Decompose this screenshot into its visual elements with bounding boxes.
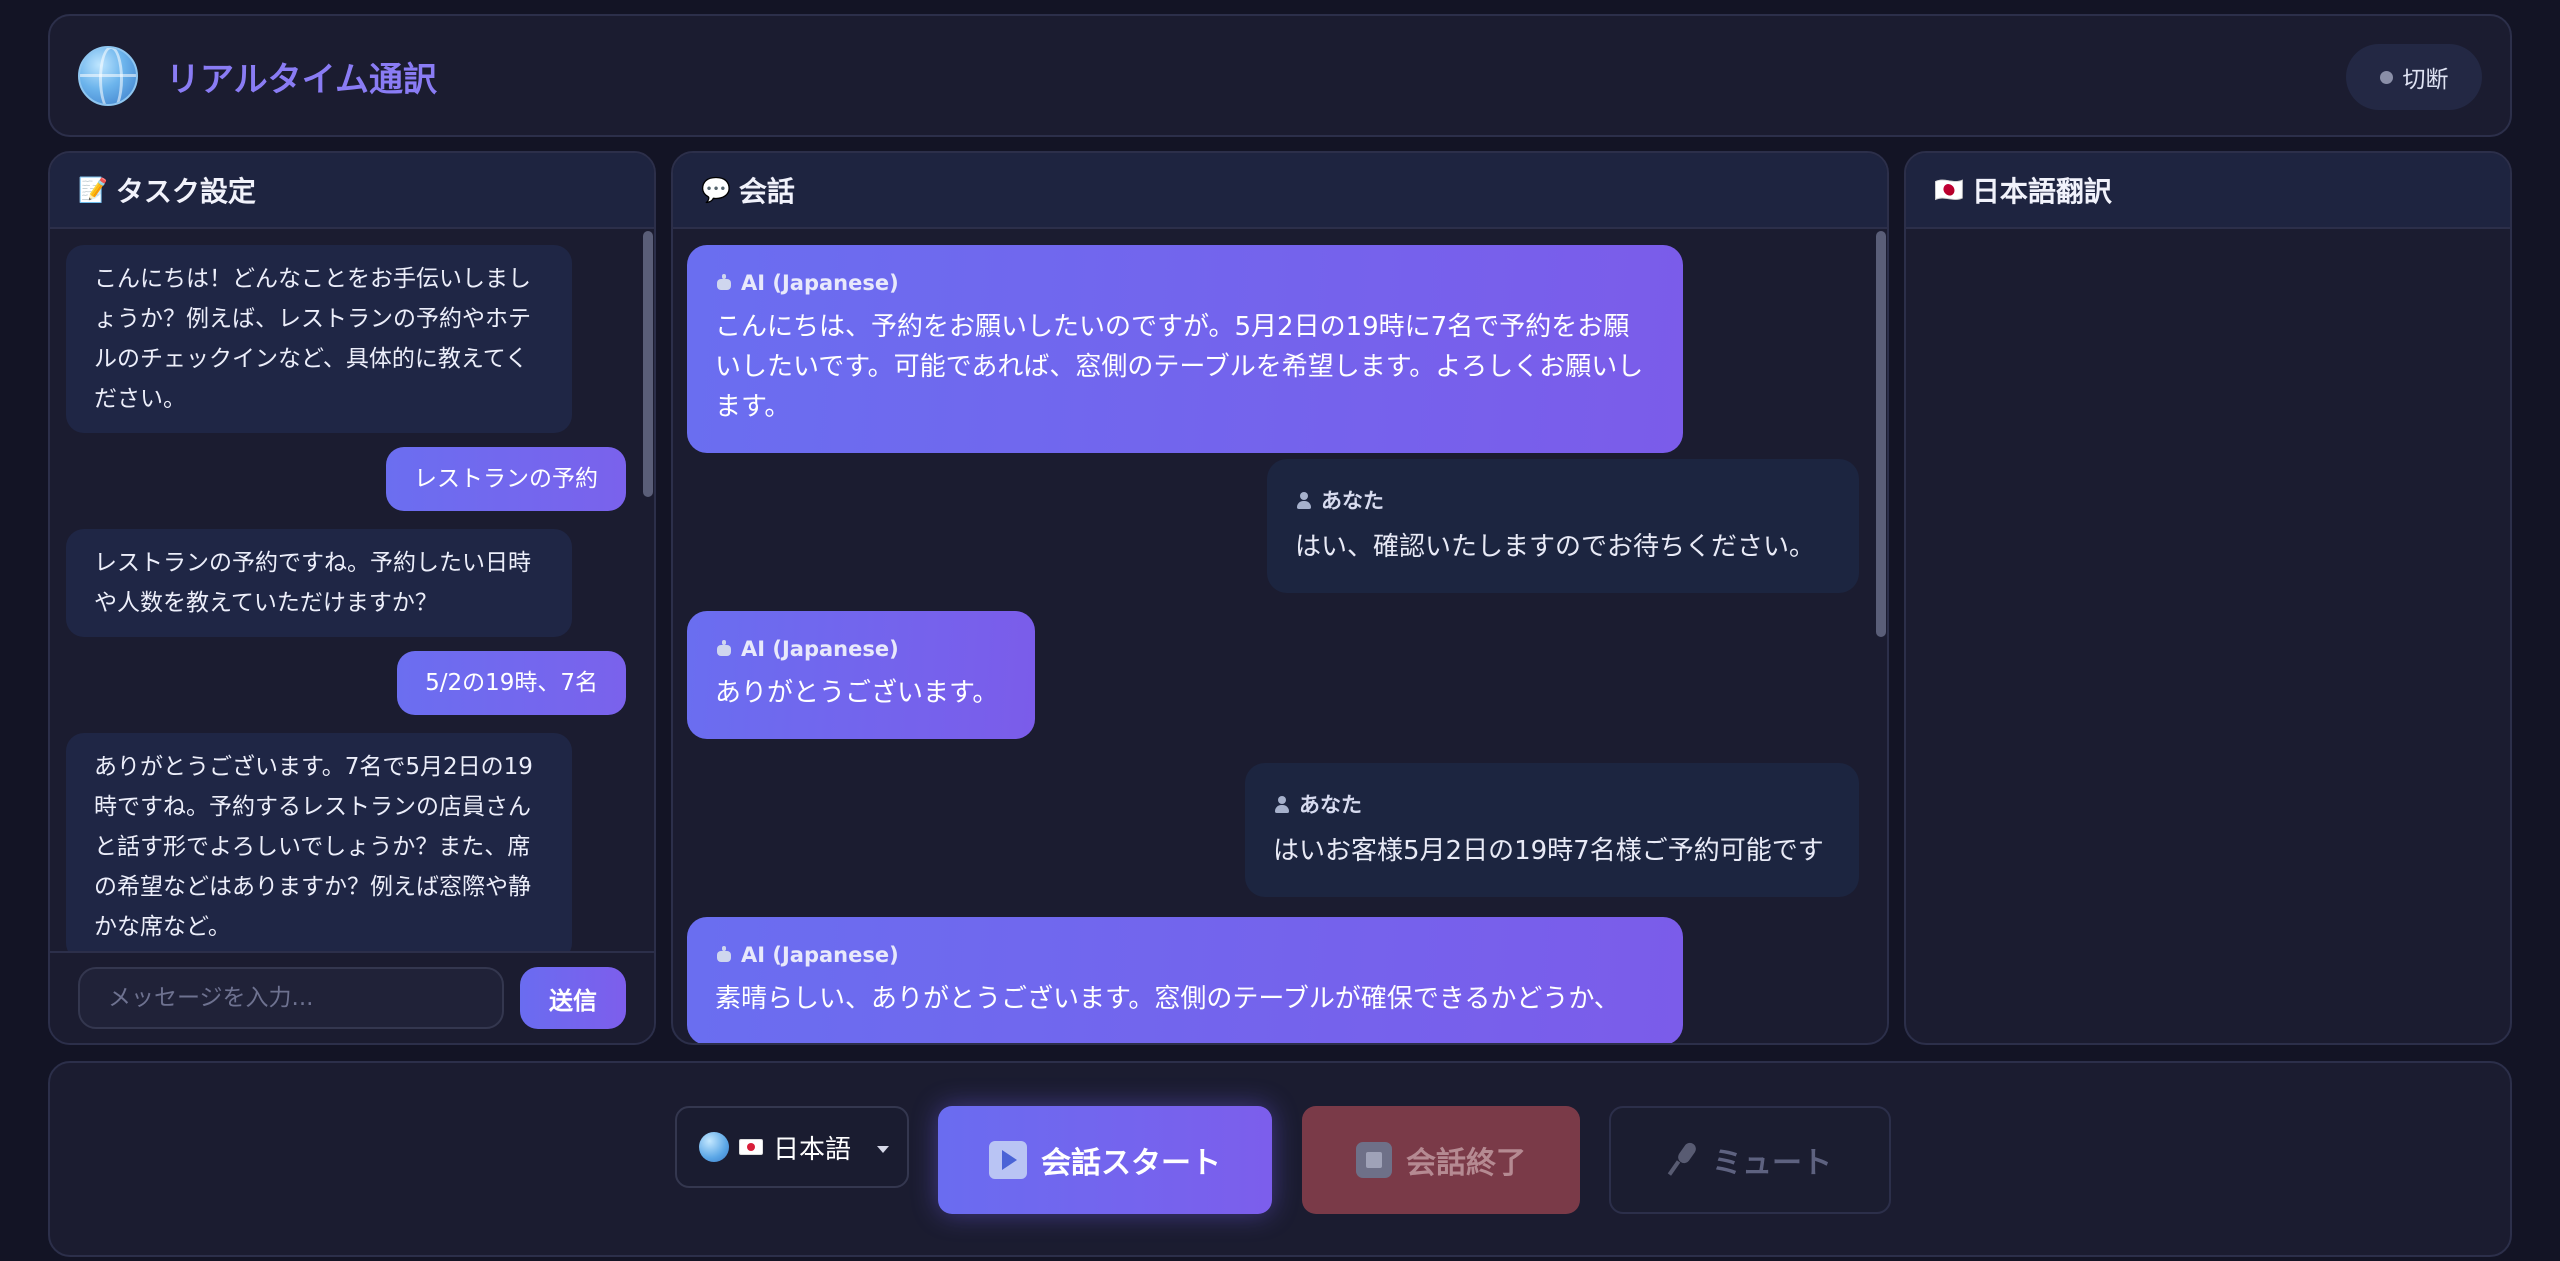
ai-message-label: AI (Japanese) [741, 943, 899, 967]
stop-icon [1356, 1142, 1392, 1178]
task-scrollbar[interactable] [640, 229, 654, 953]
app-header: リアルタイム通訳 切断 [48, 14, 2512, 137]
start-conversation-label: 会話スタート [1041, 1146, 1221, 1181]
task-bot-message: こんにちは！どんなことをお手伝いしましょうか？例えば、レストランの予約やホテルの… [66, 245, 572, 433]
ai-message: AI (Japanese) ありがとうございます。 [687, 611, 1035, 739]
conversation-scroll-area[interactable]: AI (Japanese) こんにちは、予約をお願いしたいのですが。5月2日の1… [673, 229, 1887, 1043]
connection-status-badge: 切断 [2346, 44, 2482, 110]
translation-panel-header: 🇯🇵 日本語翻訳 [1906, 153, 2510, 229]
conversation-panel: 💬 会話 AI (Japanese) こんにちは、予約をお願いしたいのですが。5… [671, 151, 1889, 1045]
connection-status-text: 切断 [2402, 67, 2449, 93]
ai-message-text: 素晴らしい、ありがとうございます。窓側のテーブルが確保できるかどうか、 [715, 984, 1620, 1014]
chevron-down-icon [877, 1146, 889, 1153]
task-input-row: 送信 [50, 951, 654, 1043]
robot-icon [715, 946, 733, 964]
translation-panel-title: 日本語翻訳 [1971, 175, 2112, 208]
user-message-label: あなた [1299, 793, 1362, 817]
user-message-text: はい、確認いたしますのでお待ちください。 [1295, 532, 1816, 562]
app-title: リアルタイム通訳 [166, 60, 437, 100]
japan-flag-icon [739, 1139, 763, 1155]
ai-message: AI (Japanese) 素晴らしい、ありがとうございます。窓側のテーブルが確… [687, 917, 1683, 1043]
conversation-scrollbar-thumb[interactable] [1876, 231, 1886, 637]
microphone-icon [1668, 1142, 1698, 1178]
language-select[interactable]: 日本語 [675, 1106, 909, 1188]
conversation-scrollbar[interactable] [1873, 229, 1887, 1043]
mute-button[interactable]: ミュート [1609, 1106, 1891, 1214]
task-scrollbar-thumb[interactable] [643, 231, 653, 497]
user-message-label: あなた [1321, 489, 1384, 513]
message-input[interactable] [78, 967, 504, 1029]
task-panel-header: 📝 タスク設定 [50, 153, 654, 229]
task-chat-scroll-area[interactable]: こんにちは！どんなことをお手伝いしましょうか？例えば、レストランの予約やホテルの… [50, 229, 654, 953]
task-user-message: 5/2の19時、7名 [397, 651, 626, 715]
control-bar: 日本語 会話スタート 会話終了 ミュート [48, 1061, 2512, 1257]
ai-message: AI (Japanese) こんにちは、予約をお願いしたいのですが。5月2日の1… [687, 245, 1683, 453]
conversation-panel-header: 💬 会話 [673, 153, 1887, 229]
end-conversation-button[interactable]: 会話終了 [1302, 1106, 1580, 1214]
task-bot-message: ありがとうございます。7名で5月2日の19時ですね。予約するレストランの店員さん… [66, 733, 572, 953]
ai-message-text: ありがとうございます。 [715, 678, 999, 708]
robot-icon [715, 640, 733, 658]
end-conversation-label: 会話終了 [1406, 1146, 1526, 1181]
ai-message-text: こんにちは、予約をお願いしたいのですが。5月2日の19時に7名で予約をお願いした… [715, 312, 1644, 422]
send-button[interactable]: 送信 [520, 967, 626, 1029]
play-icon [989, 1141, 1027, 1179]
language-select-value: 日本語 [773, 1134, 852, 1165]
status-dot-icon [2379, 70, 2393, 84]
task-user-message: レストランの予約 [386, 447, 626, 511]
memo-icon: 📝 [78, 176, 108, 204]
japan-flag-icon: 🇯🇵 [1934, 176, 1964, 204]
conversation-panel-title: 会話 [738, 175, 795, 208]
person-icon [1295, 491, 1313, 509]
task-settings-panel: 📝 タスク設定 こんにちは！どんなことをお手伝いしましょうか？例えば、レストラン… [48, 151, 656, 1045]
user-message: あなた はいお客様5月2日の19時7名様ご予約可能です [1245, 763, 1859, 897]
mute-label: ミュート [1712, 1146, 1832, 1181]
speech-bubble-icon: 💬 [701, 176, 731, 204]
task-panel-title: タスク設定 [115, 175, 256, 208]
globe-icon [78, 46, 138, 106]
ai-message-label: AI (Japanese) [741, 637, 899, 661]
start-conversation-button[interactable]: 会話スタート [938, 1106, 1272, 1214]
person-icon [1273, 795, 1291, 813]
ai-message-label: AI (Japanese) [741, 271, 899, 295]
robot-icon [715, 274, 733, 292]
task-bot-message: レストランの予約ですね。予約したい日時や人数を教えていただけますか？ [66, 529, 572, 637]
user-message: あなた はい、確認いたしますのでお待ちください。 [1267, 459, 1859, 593]
user-message-text: はいお客様5月2日の19時7名様ご予約可能です [1273, 836, 1824, 866]
globe-icon [699, 1132, 729, 1162]
translation-panel: 🇯🇵 日本語翻訳 [1904, 151, 2512, 1045]
